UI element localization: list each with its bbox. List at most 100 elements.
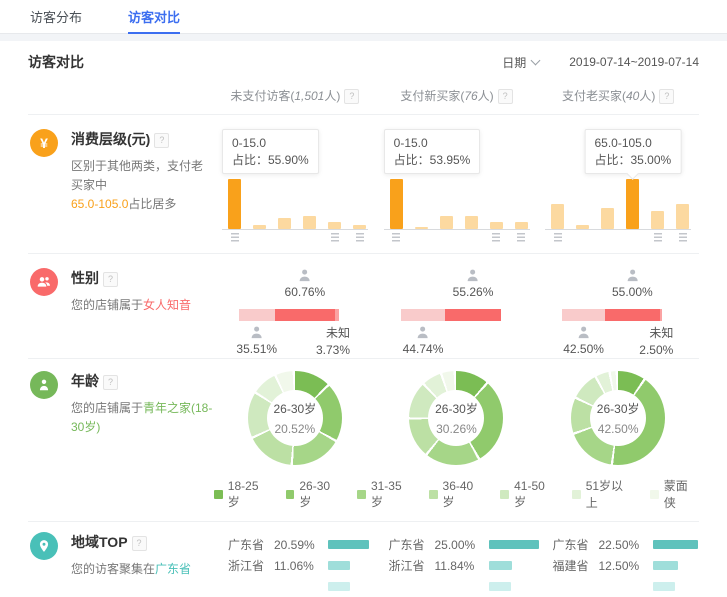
legend-item[interactable]: 41-50岁	[500, 477, 556, 511]
bar[interactable]	[576, 225, 589, 229]
bar[interactable]	[440, 216, 453, 229]
bar[interactable]	[328, 222, 341, 229]
bar[interactable]	[515, 222, 528, 229]
help-icon[interactable]	[344, 89, 359, 104]
chart-tooltip: 65.0-105.0占比：35.00%	[584, 129, 681, 174]
female-segment	[605, 309, 660, 321]
legend-item[interactable]: 51岁以上	[572, 477, 634, 511]
age-donut-new-buyers[interactable]: 26-30岁30.26%	[409, 371, 503, 465]
legend-item[interactable]: 蒙面侠	[650, 477, 699, 511]
bar[interactable]	[390, 179, 403, 229]
female-segment	[445, 309, 500, 321]
currency-icon: ¥	[30, 129, 58, 157]
date-filter-dropdown[interactable]: 日期	[502, 54, 539, 71]
legend-item[interactable]: 31-35岁	[357, 477, 413, 511]
region-bar[interactable]	[653, 582, 675, 591]
unknown-segment	[335, 309, 339, 321]
region-bar[interactable]	[489, 582, 511, 591]
bar[interactable]	[651, 211, 664, 229]
bar[interactable]	[676, 204, 689, 229]
gender-chart-repeat-buyers[interactable]: 55.00%42.50%未知2.50%	[547, 268, 697, 358]
gender-stacked-bar[interactable]	[562, 309, 662, 321]
tab-visitor-distribution[interactable]: 访客分布	[30, 0, 82, 34]
column-header-row: 未支付访客(1,501人) 支付新买家(76人) 支付老买家(40人)	[28, 81, 699, 115]
consumption-bar-chart-repeat-buyers[interactable]: 65.0-105.0占比：35.00%	[545, 129, 695, 247]
help-icon[interactable]	[103, 272, 118, 287]
section-region-top: 地域TOP 您的访客聚集在广东省 广东省20.59%浙江省11.06% 广东省2…	[28, 522, 699, 597]
region-bar[interactable]	[489, 540, 539, 549]
chevron-down-icon	[531, 56, 541, 66]
donut-center-value: 30.26%	[436, 422, 477, 436]
female-segment	[275, 309, 336, 321]
section-gender: 性别 您的店铺属于女人知音 60.76%35.51%未知3.73% 55.26%…	[28, 254, 699, 359]
male-stat: 42.50%	[563, 325, 604, 356]
region-bar[interactable]	[489, 561, 513, 570]
region-bar[interactable]	[653, 540, 698, 549]
person-icon	[30, 371, 58, 399]
region-list-repeat-buyers: 广东省22.50%福建省12.50%	[539, 532, 700, 597]
age-donut-repeat-buyers[interactable]: 26-30岁42.50%	[571, 371, 665, 465]
axis-tick-label	[331, 233, 339, 243]
section-title-gender: 性别	[71, 270, 99, 286]
region-name: 浙江省	[389, 557, 435, 574]
legend-swatch	[214, 490, 223, 499]
bar[interactable]	[601, 208, 614, 229]
help-icon[interactable]	[132, 536, 147, 551]
consumption-bar-chart-unpaid[interactable]: 0-15.0占比：55.90%	[222, 129, 372, 247]
male-stat: 44.74%	[403, 325, 444, 356]
bar[interactable]	[465, 216, 478, 229]
region-bar[interactable]	[328, 561, 350, 570]
bar[interactable]	[353, 225, 366, 229]
help-icon[interactable]	[659, 89, 674, 104]
axis-tick-label	[554, 233, 562, 243]
legend-label: 31-35岁	[371, 479, 413, 510]
bar[interactable]	[278, 218, 291, 229]
region-percent: 11.06%	[274, 559, 328, 573]
legend-item[interactable]: 36-40岁	[429, 477, 485, 511]
legend-item[interactable]: 18-25岁	[214, 477, 270, 511]
help-icon[interactable]	[498, 89, 513, 104]
legend-swatch	[572, 490, 581, 499]
help-icon[interactable]	[103, 375, 118, 390]
legend-label: 41-50岁	[514, 479, 556, 510]
gender-label-block: 性别 您的店铺属于女人知音	[28, 268, 214, 358]
bar[interactable]	[303, 216, 316, 229]
legend-swatch	[650, 490, 659, 499]
bar[interactable]	[228, 179, 241, 229]
age-donut-unpaid[interactable]: 26-30岁20.52%	[248, 371, 342, 465]
date-range-value[interactable]: 2019-07-14~2019-07-14	[569, 55, 699, 69]
donut-center-value: 42.50%	[598, 422, 639, 436]
help-icon[interactable]	[154, 133, 169, 148]
gender-stacked-bar[interactable]	[401, 309, 501, 321]
region-bar[interactable]	[328, 540, 369, 549]
chart-tooltip: 0-15.0占比：55.90%	[222, 129, 319, 174]
gender-description: 您的店铺属于女人知音	[71, 296, 191, 315]
consumption-bar-chart-new-buyers[interactable]: 0-15.0占比：53.95%	[384, 129, 534, 247]
section-age: 年龄 您的店铺属于青年之家(18-30岁) 26-30岁20.52% 26-30…	[28, 359, 699, 522]
bar[interactable]	[415, 227, 428, 229]
region-bar[interactable]	[653, 561, 678, 570]
section-title-consumption: 消费层级(元)	[71, 131, 150, 147]
bar[interactable]	[253, 225, 266, 229]
tooltip-category: 0-15.0	[232, 135, 309, 151]
female-stat: 55.26%	[453, 268, 494, 299]
tab-visitor-compare[interactable]: 访客对比	[128, 0, 180, 34]
male-percent: 44.74%	[403, 342, 444, 356]
gender-chart-new-buyers[interactable]: 55.26% 44.74%	[386, 268, 536, 358]
bar[interactable]	[490, 222, 503, 229]
person-icon	[624, 268, 640, 283]
region-bar[interactable]	[328, 582, 350, 591]
region-row: 广东省25.00%	[389, 534, 539, 555]
legend-item[interactable]: 26-30岁	[286, 477, 342, 511]
bar[interactable]	[626, 179, 639, 229]
unknown-percent: 3.73%	[298, 342, 350, 359]
gender-chart-unpaid[interactable]: 60.76%35.51%未知3.73%	[224, 268, 374, 358]
gender-stacked-bar[interactable]	[239, 309, 339, 321]
bar[interactable]	[551, 204, 564, 229]
section-title-age: 年龄	[71, 373, 99, 389]
region-list-new-buyers: 广东省25.00%浙江省11.84%	[375, 532, 539, 597]
legend-swatch	[357, 490, 366, 499]
column-header-unpaid-visitors: 未支付访客(1,501人)	[214, 87, 376, 104]
female-stat: 55.00%	[612, 268, 653, 299]
tooltip-value: 占比：55.90%	[232, 152, 309, 168]
